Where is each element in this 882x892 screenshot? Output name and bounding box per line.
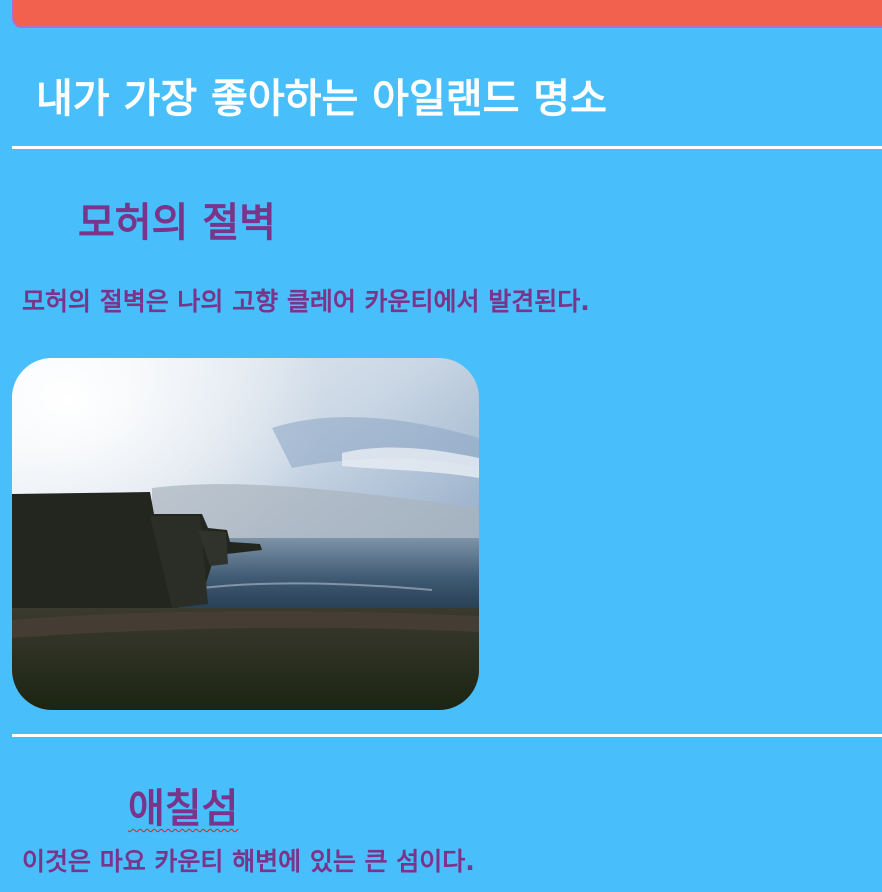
top-banner (12, 0, 882, 28)
section-heading-label: 애칠섬 (128, 786, 239, 832)
cliffs-photo (12, 358, 479, 710)
section-heading-achill: 애칠섬 (128, 776, 238, 834)
divider (12, 146, 882, 149)
section-heading-cliffs: 모허의 절벽 (78, 200, 276, 246)
section-text-achill: 이것은 마요 카운티 해변에 있는 큰 섬이다. (22, 847, 475, 876)
page: 내가 가장 좋아하는 아일랜드 명소 모허의 절벽 모허의 절벽은 나의 고향 … (0, 0, 882, 892)
section-text-cliffs: 모허의 절벽은 나의 고향 클레어 카운티에서 발견된다. (22, 287, 590, 316)
divider (12, 734, 882, 737)
page-title: 내가 가장 좋아하는 아일랜드 명소 (36, 76, 607, 122)
